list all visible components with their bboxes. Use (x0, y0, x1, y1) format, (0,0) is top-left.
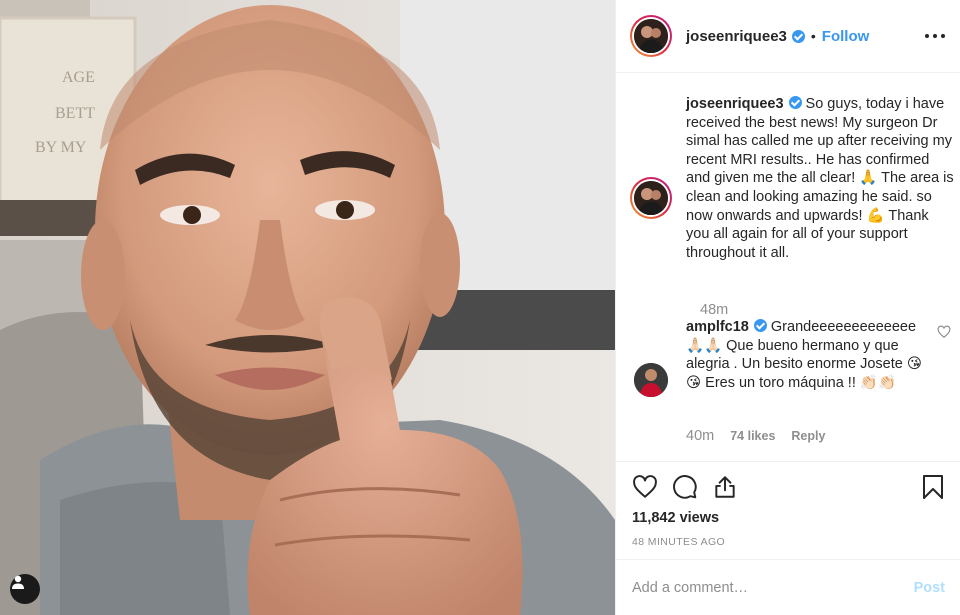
post-sidebar: joseenriquee3 • Follow joseenriquee3 So … (615, 0, 960, 615)
comment-time[interactable]: 40m (686, 428, 714, 444)
commenter-avatar[interactable] (634, 363, 668, 397)
save-bookmark-icon[interactable] (921, 474, 945, 500)
comment-bubble-icon[interactable] (672, 474, 698, 500)
caption-body: So guys, today i have received the best … (686, 96, 954, 261)
like-heart-icon[interactable] (632, 474, 658, 500)
caption-time[interactable]: 48m (700, 302, 728, 318)
caption-author-avatar[interactable] (630, 177, 672, 219)
commenter-username[interactable]: amplfc18 (686, 319, 749, 335)
post-actions: 11,842 views 48 MINUTES AGO (616, 461, 960, 559)
view-count[interactable]: 11,842 views (632, 510, 719, 526)
verified-badge-icon (788, 96, 802, 109)
comment-like-heart-icon[interactable] (937, 325, 951, 339)
svg-text:BETT: BETT (55, 105, 95, 122)
more-horizontal-icon[interactable] (925, 26, 945, 46)
verified-badge-icon (791, 29, 805, 43)
verified-badge-icon (753, 319, 767, 332)
comment-meta: 40m 74 likes Reply (686, 428, 825, 444)
dot-separator: • (810, 28, 816, 44)
post-timestamp[interactable]: 48 MINUTES AGO (632, 536, 725, 548)
action-icons-group (632, 474, 738, 500)
tagged-user-icon[interactable] (10, 574, 40, 604)
svg-text:AGE: AGE (62, 69, 95, 86)
comment-text: amplfc18 Grandeeeeeeeeeeeee 🙏🏻🙏🏻 Que bue… (686, 318, 926, 392)
comment-input[interactable] (632, 579, 914, 596)
follow-button[interactable]: Follow (822, 28, 870, 45)
share-icon[interactable] (712, 474, 738, 500)
caption-text: joseenriquee3 So guys, today i have rece… (686, 95, 956, 262)
post-header: joseenriquee3 • Follow (616, 0, 960, 73)
video-frame-illustration: AGE BETT BY MY (0, 0, 615, 615)
author-avatar[interactable] (630, 15, 672, 57)
author-username[interactable]: joseenriquee3 (686, 28, 787, 45)
svg-text:BY MY: BY MY (35, 139, 87, 156)
add-comment-bar: Post (616, 559, 960, 615)
comment-likes-count[interactable]: 74 likes (730, 429, 775, 443)
caption-username[interactable]: joseenriquee3 (686, 96, 784, 112)
post-comment-button[interactable]: Post (914, 580, 945, 596)
comment-reply-button[interactable]: Reply (791, 429, 825, 443)
post-video[interactable]: AGE BETT BY MY (0, 0, 615, 615)
comments-list[interactable]: joseenriquee3 So guys, today i have rece… (616, 73, 960, 461)
